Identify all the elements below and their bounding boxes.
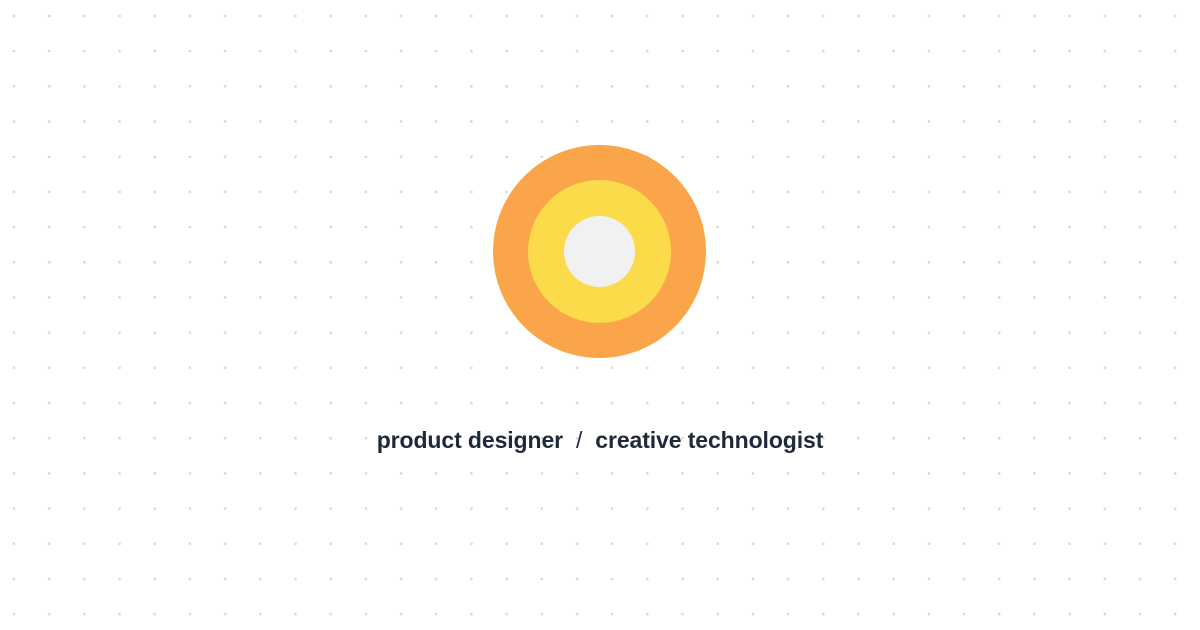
concentric-circles-logo <box>493 145 706 358</box>
role-secondary: creative technologist <box>595 427 824 453</box>
tagline-separator: / <box>576 427 583 453</box>
role-primary: product designer <box>376 427 563 453</box>
tagline: product designer / creative technologist <box>0 424 1200 456</box>
logo-icon <box>493 145 706 358</box>
page: { "logo": { "icon": "concentric-circles-… <box>0 0 1200 630</box>
logo-inner-circle <box>564 216 635 287</box>
